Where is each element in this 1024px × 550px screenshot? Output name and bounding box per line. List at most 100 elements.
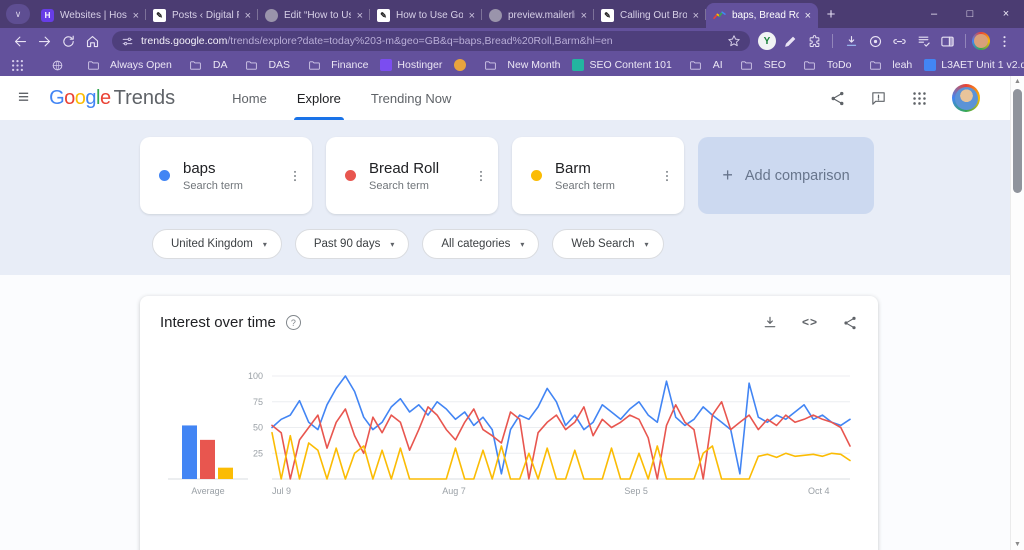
scrollbar-thumb[interactable]: [1013, 89, 1022, 193]
home-icon[interactable]: [80, 31, 104, 51]
bookmark-item[interactable]: [448, 59, 472, 71]
tab-trending-now[interactable]: Trending Now: [368, 76, 454, 120]
address-bar[interactable]: trends.google.com/trends/explore?date=to…: [112, 31, 750, 51]
browser-tab[interactable]: baps, Bread Roll, Barm ×: [706, 3, 818, 28]
tab-search-button[interactable]: ∨: [6, 4, 30, 24]
folder-icon: [81, 55, 105, 75]
bookmark-item[interactable]: SEO Content 101: [566, 59, 677, 71]
pen-icon[interactable]: [778, 31, 802, 51]
tab-title: How to Use Google Tr: [396, 10, 463, 21]
hostinger-icon: [380, 59, 393, 71]
link-icon[interactable]: [887, 31, 911, 51]
chevron-down-icon: ▾: [262, 239, 267, 249]
svg-text:Sep 5: Sep 5: [624, 486, 648, 496]
tab-close-icon[interactable]: ×: [805, 10, 811, 22]
filter-dropdown[interactable]: Past 90 days ▾: [294, 229, 410, 259]
browser-menu-icon[interactable]: [992, 31, 1016, 51]
scroll-down-arrow[interactable]: ▼: [1011, 541, 1024, 548]
site-info-icon[interactable]: [121, 35, 134, 48]
bookmark-item[interactable]: ToDo: [792, 55, 858, 75]
feedback-icon[interactable]: [870, 90, 887, 107]
series-color-dot: [345, 170, 356, 181]
help-icon[interactable]: ?: [285, 315, 301, 330]
browser-tab[interactable]: ✎ Calling Out Bro Marke ×: [594, 3, 706, 28]
reading-list-icon[interactable]: [911, 31, 935, 51]
tab-close-icon[interactable]: ×: [133, 10, 139, 22]
add-comparison-label: Add comparison: [744, 167, 850, 184]
filter-dropdown[interactable]: Web Search ▾: [552, 229, 664, 259]
apps-grid-icon[interactable]: [911, 90, 928, 107]
share-icon[interactable]: [842, 315, 858, 331]
bookmark-item[interactable]: DAS: [233, 55, 296, 75]
reload-icon[interactable]: [56, 31, 80, 51]
filter-dropdown[interactable]: United Kingdom ▾: [152, 229, 282, 259]
filter-value: Web Search: [571, 238, 635, 250]
emoji-icon: [454, 59, 467, 71]
tab-explore[interactable]: Explore: [293, 76, 344, 120]
term-menu-icon[interactable]: [464, 169, 498, 183]
back-icon[interactable]: [8, 31, 32, 51]
search-term-card[interactable]: baps Search term: [140, 137, 312, 214]
browser-tab[interactable]: ✎ Posts ‹ Digital Fixers | S ×: [146, 3, 258, 28]
puzzle-icon[interactable]: [802, 31, 826, 51]
trends-header: ≡ Google Trends Home Explore Trending Now: [0, 76, 1024, 120]
tab-close-icon[interactable]: ×: [693, 10, 699, 22]
page-scrollbar[interactable]: ▲ ▼: [1010, 76, 1024, 550]
lens-icon[interactable]: [863, 31, 887, 51]
maximize-window-button[interactable]: □: [952, 0, 988, 28]
bookmark-item[interactable]: New Month: [472, 55, 566, 75]
filter-dropdown[interactable]: All categories ▾: [422, 229, 540, 259]
search-term-card[interactable]: Barm Search term: [512, 137, 684, 214]
tab-close-icon[interactable]: ×: [245, 10, 251, 22]
term-name: Bread Roll: [369, 159, 440, 177]
browser-profile-avatar[interactable]: [972, 32, 990, 50]
tab-home[interactable]: Home: [229, 76, 270, 120]
extension-pinned-icon[interactable]: Y: [758, 32, 776, 50]
download-icon[interactable]: [839, 31, 863, 51]
close-window-button[interactable]: ×: [988, 0, 1024, 28]
minimize-window-button[interactable]: –: [916, 0, 952, 28]
tab-close-icon[interactable]: ×: [469, 10, 475, 22]
new-tab-button[interactable]: +: [818, 3, 844, 25]
svg-text:25: 25: [253, 448, 263, 458]
bookmark-item[interactable]: [39, 55, 75, 75]
add-comparison-button[interactable]: + Add comparison: [698, 137, 874, 214]
browser-tab[interactable]: ✎ How to Use Google Tr ×: [370, 3, 482, 28]
browser-tab[interactable]: Edit “How to Use Goog ×: [258, 3, 370, 28]
bookmark-item[interactable]: Hostinger: [374, 59, 448, 71]
browser-tab[interactable]: H Websites | Hostinger ×: [34, 3, 146, 28]
page-content: Interest over time ? <> 25 50 75 100 Jul 9 Au…: [0, 275, 1024, 550]
bookmark-item[interactable]: AI: [678, 55, 729, 75]
term-name: Barm: [555, 159, 591, 177]
interest-over-time-chart[interactable]: 25 50 75 100 Jul 9 Aug 7 Sep 5 Oct 4 Average: [160, 361, 858, 511]
url-text[interactable]: trends.google.com/trends/explore?date=to…: [141, 35, 720, 47]
term-menu-icon[interactable]: [278, 169, 312, 183]
tab-close-icon[interactable]: ×: [357, 10, 363, 22]
comparison-section: baps Search term Bread Roll Search term Barm…: [0, 120, 1024, 275]
bookmark-item[interactable]: L3AET Unit 1 v2.doc...: [918, 59, 1024, 71]
side-panel-icon[interactable]: [935, 31, 959, 51]
apps-shortcut-icon[interactable]: [10, 55, 25, 75]
term-menu-icon[interactable]: [650, 169, 684, 183]
bookmark-item[interactable]: Always Open: [75, 55, 178, 75]
tab-close-icon[interactable]: ×: [581, 10, 587, 22]
bookmark-item[interactable]: SEO: [729, 55, 792, 75]
account-avatar[interactable]: [952, 84, 980, 112]
search-term-card[interactable]: Bread Roll Search term: [326, 137, 498, 214]
doc-favicon: ✎: [153, 9, 166, 22]
download-icon[interactable]: [762, 315, 778, 331]
forward-icon[interactable]: [32, 31, 56, 51]
globe-favicon: [489, 9, 502, 22]
scroll-up-arrow[interactable]: ▲: [1011, 78, 1024, 85]
term-type-label: Search term: [183, 179, 243, 192]
hamburger-menu-icon[interactable]: ≡: [18, 87, 29, 109]
bookmark-item[interactable]: Finance: [296, 55, 374, 75]
embed-code-icon[interactable]: <>: [802, 315, 818, 331]
google-trends-logo[interactable]: Google Trends: [49, 87, 175, 110]
bookmark-star-icon[interactable]: [727, 34, 741, 48]
share-icon[interactable]: [829, 90, 846, 107]
bookmark-label: AI: [712, 59, 723, 71]
browser-tab[interactable]: preview.mailerlite.io/p ×: [482, 3, 594, 28]
bookmark-item[interactable]: DA: [178, 55, 234, 75]
bookmark-item[interactable]: leah: [857, 55, 918, 75]
